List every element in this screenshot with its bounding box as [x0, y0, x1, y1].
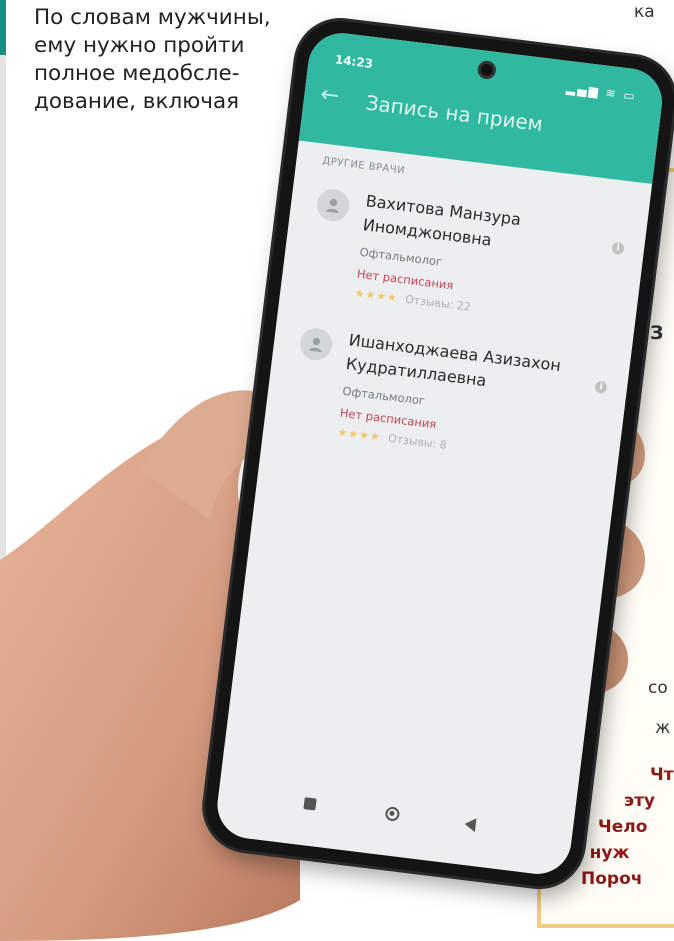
rating-stars-icon: ★★★★ [336, 425, 382, 444]
home-circle-icon[interactable] [384, 806, 401, 822]
android-nav-bar [217, 781, 574, 854]
info-icon[interactable]: i [594, 380, 608, 394]
doctor-avatar-icon [315, 187, 352, 224]
signal-wifi-battery-icon: ▂▄▆ ≋ ▭ [565, 80, 638, 104]
info-icon[interactable]: i [611, 241, 625, 255]
reviews-count: Отзывы: 8 [387, 431, 448, 452]
reviews-count: Отзывы: 22 [404, 292, 472, 314]
section-label: Другие врачи [321, 155, 406, 177]
doctor-specialty: Офтальмолог [341, 383, 426, 408]
doctor-avatar-icon [298, 326, 334, 362]
back-arrow-icon[interactable]: ← [319, 82, 346, 110]
doctor-specialty: Офтальмолог [358, 244, 443, 269]
rating-stars-icon: ★★★★ [353, 286, 399, 305]
recents-square-icon[interactable] [303, 797, 317, 811]
app-title: Запись на прием [364, 90, 545, 137]
back-triangle-icon[interactable] [463, 816, 477, 833]
doctor-rating: ★★★★ Отзывы: 22 [354, 287, 472, 314]
status-time: 14:23 [334, 52, 374, 71]
